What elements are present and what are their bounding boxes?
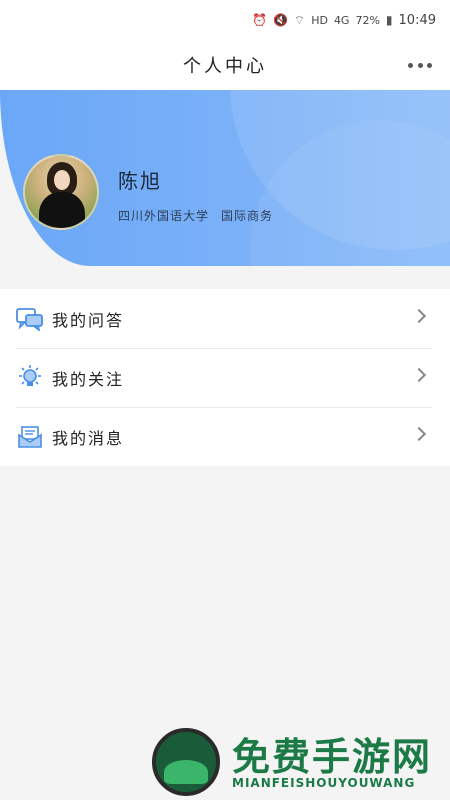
wifi-icon: ⌔: [293, 12, 306, 27]
menu-list: 我的问答 我的关注 我的消息: [0, 289, 450, 466]
user-major: 国际商务: [221, 209, 274, 223]
more-dots-icon: [408, 62, 413, 68]
user-name: 陈旭: [118, 169, 162, 193]
battery-label: 72%: [355, 13, 380, 27]
mute-icon: 🔇: [272, 13, 288, 27]
battery-icon: ▮: [385, 13, 393, 27]
status-bar: ⏰ 🔇 ⌔ HD 4G 72% ▮ 10:49: [0, 0, 450, 40]
watermark-title: 免费手游网: [232, 735, 433, 779]
watermark: 免费手游网 MIANFEISHOUYOUWANG: [152, 726, 442, 796]
watermark-subtitle: MIANFEISHOUYOUWANG: [232, 776, 416, 790]
avatar[interactable]: [23, 154, 99, 230]
avatar-face: [54, 170, 70, 190]
chevron-right-icon: [411, 426, 427, 442]
user-affiliation: 四川外国语大学 国际商务: [118, 207, 273, 224]
menu-item-label: 我的消息: [52, 428, 125, 448]
more-menu-button[interactable]: [408, 55, 432, 75]
more-dots-icon: [427, 62, 432, 68]
chat-bubbles-icon: [16, 305, 44, 333]
mail-icon: [16, 423, 44, 451]
chevron-right-icon: [411, 308, 427, 324]
hd-label: HD: [311, 13, 328, 27]
page-title: 个人中心: [183, 56, 267, 77]
lightbulb-icon: [16, 364, 44, 392]
clock: 10:49: [398, 12, 436, 28]
menu-item-my-messages[interactable]: 我的消息: [0, 407, 450, 466]
profile-header: 陈旭 四川外国语大学 国际商务: [0, 90, 450, 266]
network-label: 4G: [333, 13, 350, 27]
watermark-wave: [164, 760, 208, 784]
watermark-logo-icon: [152, 728, 220, 796]
menu-item-label: 我的问答: [52, 310, 125, 330]
user-school: 四川外国语大学: [118, 209, 210, 223]
avatar-body: [39, 192, 85, 228]
menu-item-label: 我的关注: [52, 369, 125, 389]
chevron-right-icon: [411, 367, 427, 383]
alarm-icon: ⏰: [252, 13, 267, 27]
more-dots-icon: [417, 62, 423, 68]
menu-item-my-qa[interactable]: 我的问答: [0, 289, 450, 348]
menu-item-my-follows[interactable]: 我的关注: [0, 348, 450, 407]
nav-bar: 个人中心: [0, 40, 450, 90]
